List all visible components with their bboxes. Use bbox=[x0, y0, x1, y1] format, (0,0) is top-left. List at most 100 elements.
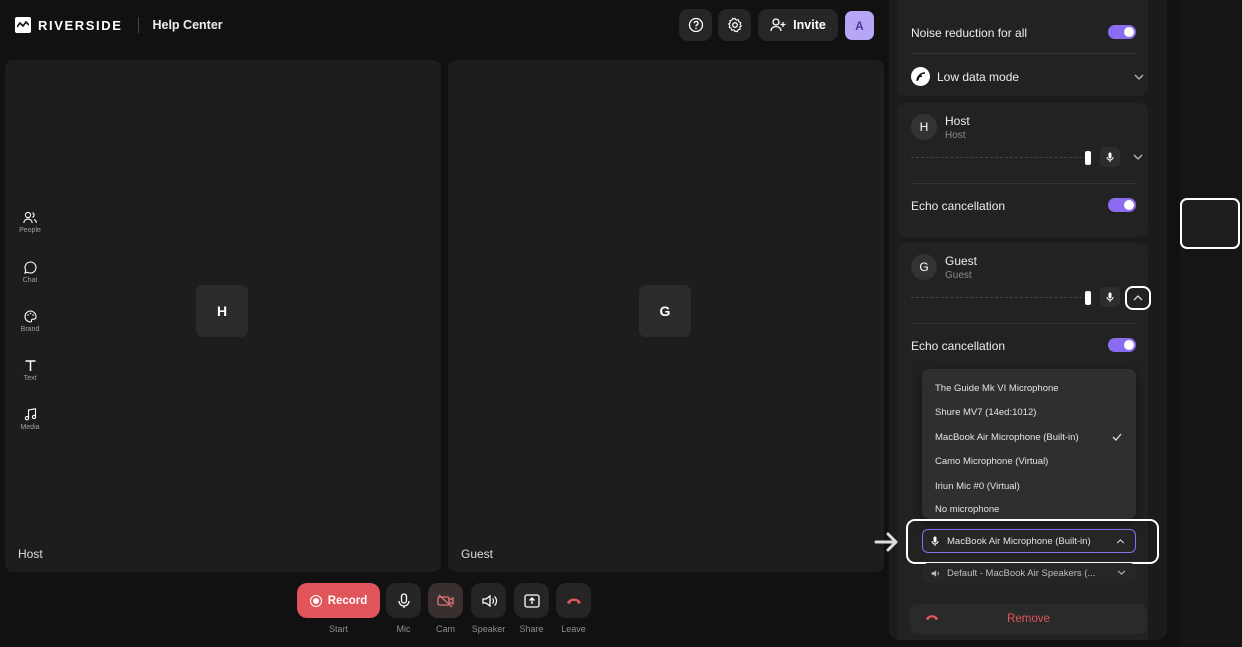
record-sub-label: Start bbox=[328, 624, 348, 634]
mic-button[interactable] bbox=[386, 583, 421, 618]
low-data-mode-expand[interactable] bbox=[1129, 67, 1149, 87]
speaker-icon bbox=[931, 569, 939, 577]
help-button[interactable] bbox=[679, 9, 712, 41]
hang-up-icon bbox=[925, 615, 939, 621]
host-name: Host bbox=[945, 114, 970, 128]
record-control: Record Start bbox=[297, 583, 380, 634]
microphone-icon bbox=[1106, 292, 1114, 302]
host-mic-button[interactable] bbox=[1100, 147, 1120, 167]
guest-echo-label: Echo cancellation bbox=[911, 339, 1006, 353]
host-avatar: H bbox=[911, 114, 937, 140]
low-data-mode-label: Low data mode bbox=[937, 70, 1020, 84]
guest-collapse[interactable] bbox=[1125, 286, 1151, 310]
camera-off-icon bbox=[436, 594, 454, 607]
right-sidebar bbox=[1180, 0, 1242, 647]
speaker-select[interactable]: Default - MacBook Air Speakers (... bbox=[922, 563, 1136, 583]
riverside-logo[interactable]: RIVERSIDE Help Center bbox=[15, 17, 223, 33]
hang-up-icon bbox=[566, 598, 581, 604]
record-button[interactable]: Record bbox=[297, 583, 380, 618]
host-volume-handle[interactable] bbox=[1085, 151, 1091, 165]
guest-avatar: G bbox=[911, 254, 937, 280]
host-volume-slider[interactable] bbox=[911, 151, 1091, 165]
mic-option[interactable]: No microphone bbox=[935, 504, 999, 515]
top-bar: RIVERSIDE Help Center Invite A bbox=[0, 0, 880, 50]
text-icon bbox=[25, 360, 35, 371]
mic-option[interactable]: Camo Microphone (Virtual) bbox=[935, 456, 1048, 467]
guest-tile-avatar: G bbox=[639, 285, 691, 337]
host-video-tile[interactable]: H Host bbox=[5, 60, 441, 572]
divider bbox=[911, 323, 1136, 324]
cam-label: Cam bbox=[435, 624, 455, 634]
guest-volume-slider[interactable] bbox=[911, 291, 1091, 305]
user-avatar[interactable]: A bbox=[845, 11, 874, 40]
arrow-right-icon bbox=[874, 532, 898, 552]
host-role: Host bbox=[945, 130, 966, 141]
sidebar-label: Text bbox=[23, 375, 37, 382]
speaker-control: Speaker bbox=[471, 583, 506, 634]
sidebar-item-brand[interactable]: Brand bbox=[0, 310, 60, 333]
checkmark-icon bbox=[1112, 433, 1122, 441]
noise-reduction-toggle[interactable] bbox=[1108, 25, 1136, 39]
people-tab-highlight bbox=[1180, 198, 1240, 249]
invite-button[interactable]: Invite bbox=[758, 9, 838, 41]
mic-control: Mic bbox=[386, 583, 421, 634]
brand-name: RIVERSIDE bbox=[38, 17, 123, 33]
speaker-icon bbox=[481, 594, 497, 607]
microphone-select[interactable]: MacBook Air Microphone (Built-in) bbox=[922, 529, 1136, 553]
guest-echo-toggle[interactable] bbox=[1108, 338, 1136, 352]
logo-mark-icon bbox=[15, 17, 31, 33]
host-participant-card: H Host Host Echo cancellation bbox=[897, 103, 1148, 237]
divider bbox=[911, 53, 1136, 54]
guest-tile-label: Guest bbox=[461, 547, 494, 561]
microphone-icon bbox=[397, 592, 410, 608]
help-center-link[interactable]: Help Center bbox=[152, 18, 222, 32]
sidebar-label: Brand bbox=[20, 326, 40, 333]
remove-label: Remove bbox=[1007, 613, 1050, 625]
speaker-button[interactable] bbox=[471, 583, 506, 618]
speaker-label: Speaker bbox=[471, 624, 506, 634]
microphone-icon bbox=[1106, 152, 1114, 162]
mic-option[interactable]: Shure MV7 (14ed:1012) bbox=[935, 407, 1036, 418]
chevron-down-icon bbox=[1134, 74, 1144, 80]
sidebar-item-chat[interactable]: Chat bbox=[0, 261, 60, 284]
guest-volume-handle[interactable] bbox=[1085, 291, 1091, 305]
mic-label: Mic bbox=[396, 624, 411, 634]
chevron-up-icon bbox=[1116, 539, 1125, 544]
sidebar-label: Media bbox=[20, 424, 40, 431]
share-screen-icon bbox=[523, 593, 540, 608]
palette-icon bbox=[24, 310, 37, 323]
mic-option-selected[interactable]: MacBook Air Microphone (Built-in) bbox=[935, 432, 1079, 443]
guest-video-tile[interactable]: G Guest bbox=[448, 60, 884, 572]
sidebar-item-text[interactable]: Text bbox=[0, 359, 60, 382]
cam-button[interactable] bbox=[428, 583, 463, 618]
sidebar-label: People bbox=[19, 227, 41, 234]
sidebar-label: Chat bbox=[22, 277, 38, 284]
host-echo-toggle[interactable] bbox=[1108, 198, 1136, 212]
sidebar-item-people[interactable]: People bbox=[0, 211, 60, 234]
share-label: Share bbox=[519, 624, 544, 634]
guest-role: Guest bbox=[945, 270, 972, 281]
share-control: Share bbox=[514, 583, 549, 634]
host-expand[interactable] bbox=[1128, 147, 1148, 167]
host-tile-avatar: H bbox=[196, 285, 248, 337]
remove-participant-button[interactable]: Remove bbox=[910, 604, 1147, 634]
share-button[interactable] bbox=[514, 583, 549, 618]
guest-name: Guest bbox=[945, 254, 978, 268]
leave-button[interactable] bbox=[556, 583, 591, 618]
leave-label: Leave bbox=[561, 624, 586, 634]
mic-option[interactable]: The Guide Mk VI Microphone bbox=[935, 383, 1059, 394]
add-user-icon bbox=[770, 18, 786, 32]
record-icon bbox=[309, 594, 322, 607]
mic-option[interactable]: Iriun Mic #0 (Virtual) bbox=[935, 481, 1020, 492]
sidebar-item-media[interactable]: Media bbox=[0, 408, 60, 431]
global-settings-card: Noise reduction for all Low data mode bbox=[897, 0, 1148, 96]
chevron-down-icon bbox=[1133, 154, 1143, 160]
music-icon bbox=[24, 408, 36, 421]
guest-mic-button[interactable] bbox=[1100, 287, 1120, 307]
settings-button[interactable] bbox=[718, 9, 751, 41]
chat-icon bbox=[23, 261, 37, 274]
question-icon bbox=[688, 17, 703, 33]
divider bbox=[911, 183, 1136, 184]
invite-label: Invite bbox=[793, 18, 826, 32]
microphone-select-value: MacBook Air Microphone (Built-in) bbox=[947, 535, 1091, 547]
